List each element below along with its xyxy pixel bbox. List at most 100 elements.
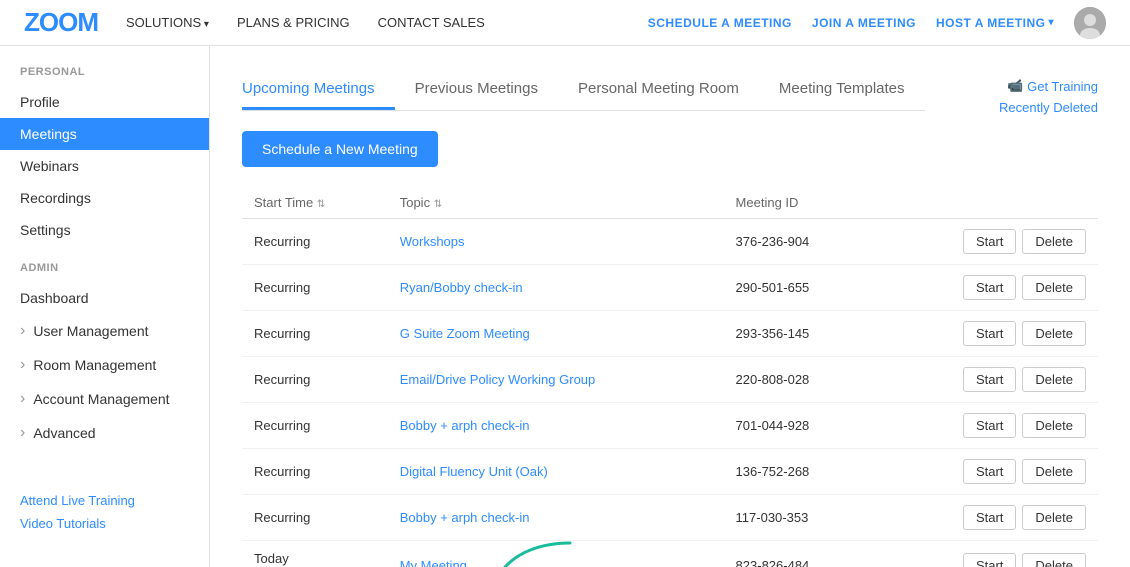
cell-actions: Start Delete [873,495,1098,541]
delete-button[interactable]: Delete [1022,229,1086,254]
table-row: RecurringG Suite Zoom Meeting293-356-145… [242,311,1098,357]
start-button[interactable]: Start [963,459,1016,484]
start-button[interactable]: Start [963,367,1016,392]
get-training-link[interactable]: 📹 Get Training [1007,78,1098,94]
nav-solutions[interactable]: SOLUTIONS [126,15,209,30]
schedule-new-meeting-button[interactable]: Schedule a New Meeting [242,131,438,167]
meeting-topic-link[interactable]: Bobby + arph check-in [400,510,530,525]
table-row: RecurringWorkshops376-236-904 Start Dele… [242,219,1098,265]
meeting-topic-link[interactable]: Email/Drive Policy Working Group [400,372,596,387]
table-row: RecurringRyan/Bobby check-in290-501-655 … [242,265,1098,311]
meeting-topic-link[interactable]: My Meeting [400,558,467,567]
video-camera-icon: 📹 [1007,78,1023,94]
delete-button[interactable]: Delete [1022,413,1086,438]
sidebar-item-recordings[interactable]: Recordings [0,182,209,214]
cell-meeting-id: 823-826-484 [724,541,874,567]
cell-actions: Start Delete [873,541,1098,567]
cell-topic: Ryan/Bobby check-in [388,265,724,311]
cell-topic: Digital Fluency Unit (Oak) [388,449,724,495]
cell-start-time: Recurring [242,265,388,311]
cell-actions: Start Delete [873,449,1098,495]
sidebar-link-live-training[interactable]: Attend Live Training [20,493,189,508]
cell-meeting-id: 220-808-028 [724,357,874,403]
sidebar-item-meetings[interactable]: Meetings [0,118,209,150]
main-content: Upcoming Meetings Previous Meetings Pers… [210,46,1130,567]
col-actions [873,187,1098,219]
tab-personal-meeting-room[interactable]: Personal Meeting Room [558,70,759,110]
nav-pricing[interactable]: PLANS & PRICING [237,15,350,30]
delete-button[interactable]: Delete [1022,459,1086,484]
sidebar-item-account-management[interactable]: Account Management [0,382,209,416]
start-button[interactable]: Start [963,275,1016,300]
meeting-topic-link[interactable]: Digital Fluency Unit (Oak) [400,464,548,479]
sidebar-item-webinars[interactable]: Webinars [0,150,209,182]
tab-meeting-templates[interactable]: Meeting Templates [759,70,925,110]
cell-meeting-id: 136-752-268 [724,449,874,495]
sidebar-item-room-management[interactable]: Room Management [0,348,209,382]
cell-start-time: Recurring [242,357,388,403]
nav-contact-sales[interactable]: CONTACT SALES [378,15,485,30]
cell-topic: G Suite Zoom Meeting [388,311,724,357]
meeting-topic-link[interactable]: G Suite Zoom Meeting [400,326,530,341]
cell-meeting-id: 293-356-145 [724,311,874,357]
tab-previous-meetings[interactable]: Previous Meetings [395,70,558,110]
meetings-table: Start Time ⇅ Topic ⇅ Meeting ID Recurrin… [242,187,1098,567]
cell-meeting-id: 117-030-353 [724,495,874,541]
table-header-row: Start Time ⇅ Topic ⇅ Meeting ID [242,187,1098,219]
cell-actions: Start Delete [873,403,1098,449]
layout: PERSONAL Profile Meetings Webinars Recor… [0,46,1130,567]
sort-icon-start-time[interactable]: ⇅ [317,199,325,210]
admin-label: ADMIN [0,262,209,282]
sidebar-item-profile[interactable]: Profile [0,86,209,118]
table-row: RecurringDigital Fluency Unit (Oak)136-7… [242,449,1098,495]
sidebar-item-settings[interactable]: Settings [0,214,209,246]
tab-upcoming-meetings[interactable]: Upcoming Meetings [242,70,395,110]
cell-start-time: Today04:00 PM [242,541,388,567]
nav-right: SCHEDULE A MEETING JOIN A MEETING HOST A… [648,7,1106,39]
start-button[interactable]: Start [963,553,1016,567]
nav-schedule-meeting[interactable]: SCHEDULE A MEETING [648,16,792,30]
logo: zoom [24,7,98,38]
delete-button[interactable]: Delete [1022,275,1086,300]
start-button[interactable]: Start [963,229,1016,254]
cell-start-time: Recurring [242,403,388,449]
delete-button[interactable]: Delete [1022,321,1086,346]
avatar[interactable] [1074,7,1106,39]
personal-label: PERSONAL [0,66,209,86]
meeting-topic-link[interactable]: Workshops [400,234,465,249]
sort-icon-topic[interactable]: ⇅ [434,199,442,210]
sidebar-item-user-management[interactable]: User Management [0,314,209,348]
start-button[interactable]: Start [963,413,1016,438]
start-button[interactable]: Start [963,505,1016,530]
cell-topic: Workshops [388,219,724,265]
sidebar-item-dashboard[interactable]: Dashboard [0,282,209,314]
nav-join-meeting[interactable]: JOIN A MEETING [812,16,916,30]
cell-topic: Email/Drive Policy Working Group [388,357,724,403]
meeting-topic-link[interactable]: Ryan/Bobby check-in [400,280,523,295]
nav-host-meeting[interactable]: HOST A MEETING ▾ [936,16,1054,30]
delete-button[interactable]: Delete [1022,367,1086,392]
cell-topic: My Meeting [388,541,724,567]
col-topic: Topic ⇅ [388,187,724,219]
cell-topic: Bobby + arph check-in [388,495,724,541]
cell-actions: Start Delete [873,311,1098,357]
chevron-down-icon: ▾ [1048,17,1054,28]
top-nav: zoom SOLUTIONS PLANS & PRICING CONTACT S… [0,0,1130,46]
nav-left: zoom SOLUTIONS PLANS & PRICING CONTACT S… [24,7,485,38]
recently-deleted-link[interactable]: Recently Deleted [999,100,1098,115]
cell-actions: Start Delete [873,265,1098,311]
cell-meeting-id: 701-044-928 [724,403,874,449]
delete-button[interactable]: Delete [1022,553,1086,567]
col-meeting-id: Meeting ID [724,187,874,219]
teal-arrow-annotation [490,538,580,567]
delete-button[interactable]: Delete [1022,505,1086,530]
meeting-topic-link[interactable]: Bobby + arph check-in [400,418,530,433]
sidebar-link-video-tutorials[interactable]: Video Tutorials [20,516,189,531]
sidebar: PERSONAL Profile Meetings Webinars Recor… [0,46,210,567]
cell-actions: Start Delete [873,219,1098,265]
sidebar-bottom: Attend Live Training Video Tutorials [0,477,209,547]
cell-actions: Start Delete [873,357,1098,403]
start-button[interactable]: Start [963,321,1016,346]
sidebar-item-advanced[interactable]: Advanced [0,416,209,450]
cell-start-time: Recurring [242,495,388,541]
